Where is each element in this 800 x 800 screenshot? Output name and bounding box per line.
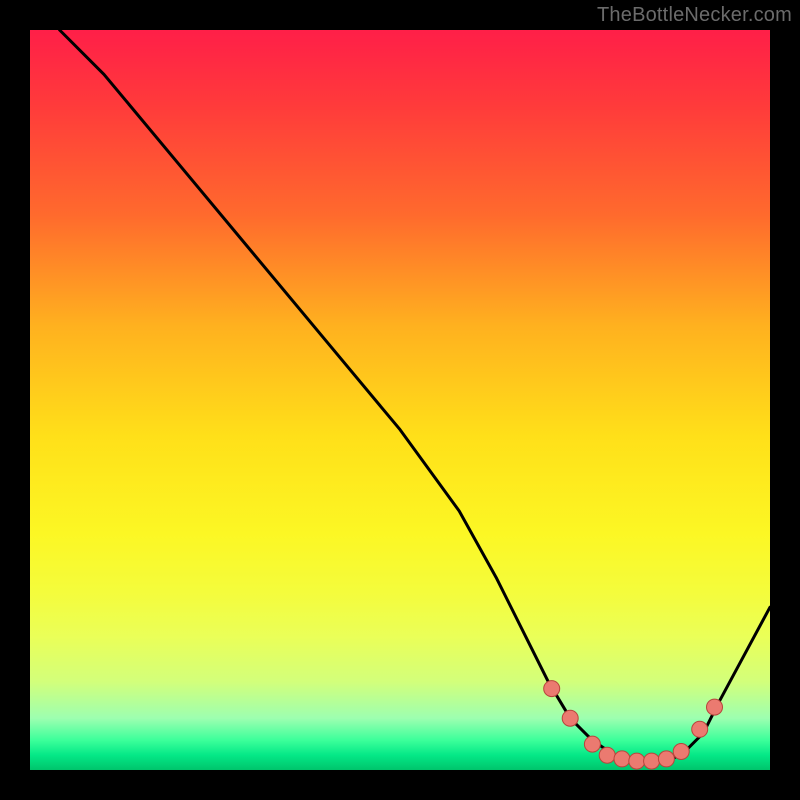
- marker-point: [614, 751, 630, 767]
- marker-point: [692, 721, 708, 737]
- marker-point: [658, 751, 674, 767]
- marker-point: [599, 747, 615, 763]
- marker-point: [562, 710, 578, 726]
- marker-point: [673, 744, 689, 760]
- marker-point: [584, 736, 600, 752]
- plot-svg: [30, 30, 770, 770]
- marker-point: [644, 753, 660, 769]
- plot-area: [30, 30, 770, 770]
- marker-point: [629, 753, 645, 769]
- marker-point: [544, 681, 560, 697]
- chart-stage: TheBottleNecker.com: [0, 0, 800, 800]
- watermark-text: TheBottleNecker.com: [597, 4, 792, 27]
- bottleneck-curve: [60, 30, 770, 763]
- marker-point: [707, 699, 723, 715]
- highlight-markers: [544, 681, 723, 770]
